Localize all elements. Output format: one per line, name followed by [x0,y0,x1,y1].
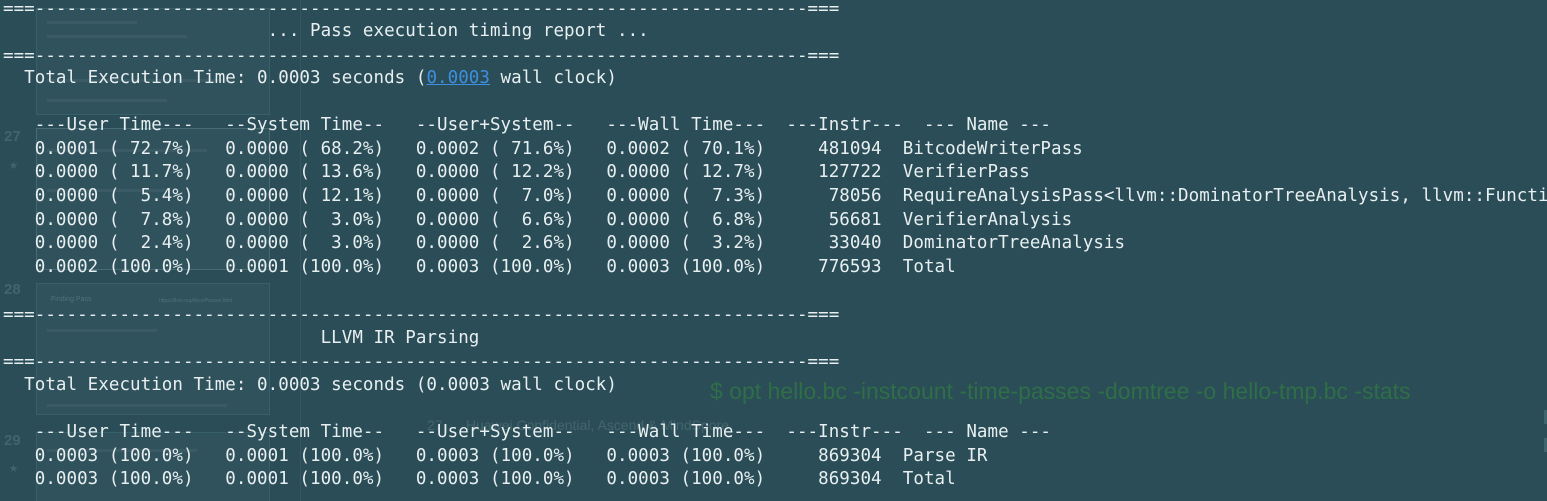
table-header: ---User Time--- --System Time-- --User+S… [3,422,1052,442]
table-row-total: 0.0003 (100.0%) 0.0001 (100.0%) 0.0003 (… [3,469,956,489]
table-row: 0.0000 ( 7.8%) 0.0000 ( 3.0%) 0.0000 ( 6… [3,210,1073,230]
separator-rule: ===-------------------------------------… [3,46,840,66]
separator-rule: ===-------------------------------------… [3,305,840,325]
wall-clock-link[interactable]: 0.0003 [426,68,490,88]
table-row-total: 0.0002 (100.0%) 0.0001 (100.0%) 0.0003 (… [3,257,956,277]
separator-rule: ===-------------------------------------… [3,352,840,372]
table-row: 0.0000 ( 11.7%) 0.0000 ( 13.6%) 0.0000 (… [3,162,1030,182]
terminal-output: ===-------------------------------------… [0,0,1547,501]
total-prefix: Total Execution Time: 0.0003 seconds ( [3,68,427,88]
table-row: 0.0000 ( 2.4%) 0.0000 ( 3.0%) 0.0000 ( 2… [3,233,1126,253]
total-execution-time: Total Execution Time: 0.0003 seconds (0.… [3,375,617,395]
total-suffix: wall clock) [489,68,617,88]
table-row: 0.0001 ( 72.7%) 0.0000 ( 68.2%) 0.0002 (… [3,139,1083,159]
report-title: ... Pass execution timing report ... [3,21,649,41]
separator-rule: ===-------------------------------------… [3,0,840,19]
table-header: ---User Time--- --System Time-- --User+S… [3,115,1052,135]
total-execution-time: Total Execution Time: 0.0003 seconds (0.… [3,67,617,89]
report-title: LLVM IR Parsing [3,328,480,348]
table-row: 0.0000 ( 5.4%) 0.0000 ( 12.1%) 0.0000 ( … [3,186,1547,206]
table-row: 0.0003 (100.0%) 0.0001 (100.0%) 0.0003 (… [3,446,988,466]
